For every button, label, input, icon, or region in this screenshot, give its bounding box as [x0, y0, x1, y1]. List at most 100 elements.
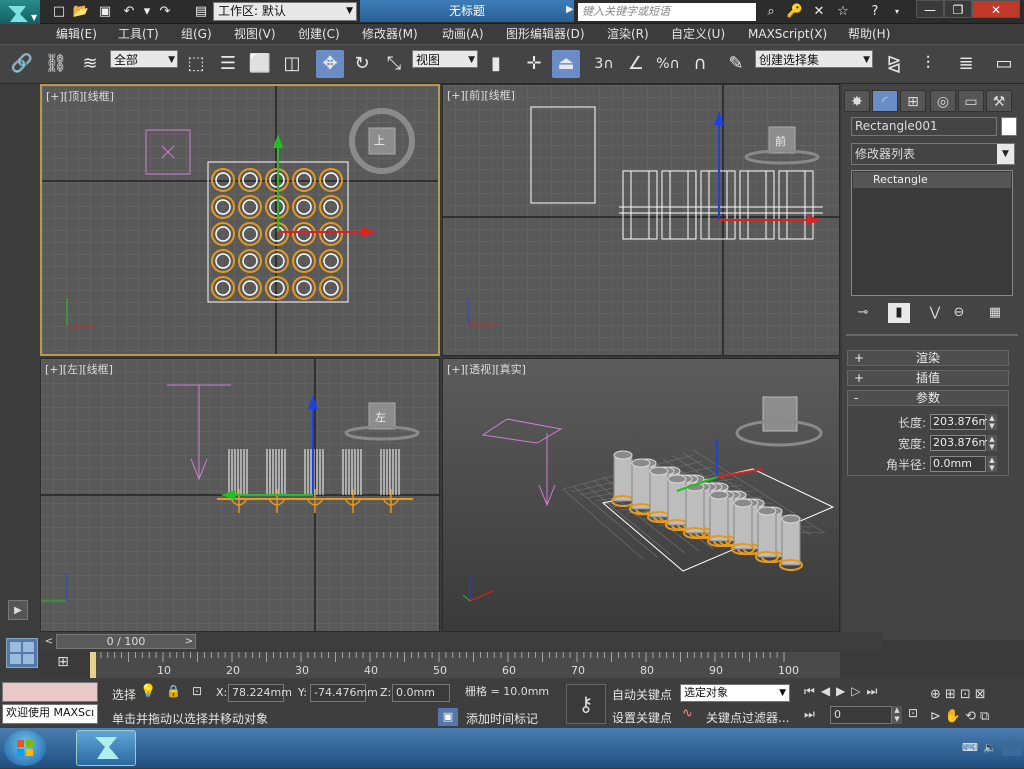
length-field[interactable]: 203.876m	[930, 414, 989, 430]
time-configuration-icon[interactable]: ⊡	[908, 706, 918, 720]
snaps-toggle-icon[interactable]: 3∩	[590, 50, 618, 78]
minimize-button[interactable]: —	[916, 0, 944, 18]
zoom-all-icon[interactable]: ⊞	[945, 687, 960, 702]
object-name-field[interactable]: Rectangle001	[851, 117, 997, 136]
keyboard-shortcut-override-icon[interactable]: ⏏	[552, 50, 580, 78]
viewcube-left-label[interactable]: 左	[375, 409, 386, 425]
viewport-top-label[interactable]: [+][顶][线框]	[46, 88, 114, 104]
help-dropdown-icon[interactable]: ▾	[888, 4, 906, 20]
make-unique-icon[interactable]: ⋁	[924, 303, 946, 323]
remove-modifier-icon[interactable]: ⊖	[948, 303, 970, 323]
subscription-icon[interactable]: 🔑	[786, 4, 804, 20]
workspace-dropdown[interactable]: 工作区: 默认 ▼	[213, 2, 357, 21]
menu-help[interactable]: 帮助(H)	[848, 26, 890, 42]
current-frame-field[interactable]: 0	[830, 706, 892, 724]
select-object-icon[interactable]: ⬚	[182, 50, 210, 78]
length-spinner[interactable]: ▲ ▼	[987, 414, 997, 430]
menu-rendering[interactable]: 渲染(R)	[607, 26, 649, 42]
menu-customize[interactable]: 自定义(U)	[671, 26, 725, 42]
communication-icon[interactable]: ✕	[810, 4, 828, 20]
go-to-end-icon[interactable]: ⏭	[867, 684, 884, 698]
stack-item-rectangle[interactable]: Rectangle	[853, 172, 1011, 188]
go-to-start-icon[interactable]: ⏮	[804, 684, 821, 698]
rollout-interpolation[interactable]: + 插值	[847, 370, 1009, 386]
open-file-icon[interactable]: 📂	[72, 4, 90, 20]
menu-group[interactable]: 组(G)	[181, 26, 212, 42]
spinner-snap-icon[interactable]: ∩	[686, 50, 714, 78]
zoom-icon[interactable]: ⊕	[930, 687, 945, 702]
expand-graphite-icon[interactable]: ▶	[8, 600, 28, 620]
maxscript-mini-listener-pink[interactable]	[2, 682, 98, 702]
search-expand-icon[interactable]: ▶	[566, 4, 574, 15]
new-file-icon[interactable]: □	[50, 4, 68, 20]
orbit-icon[interactable]: ⟲	[965, 709, 980, 724]
viewport-top[interactable]: [+][顶][线框] 上	[40, 84, 440, 356]
field-of-view-icon[interactable]: ⊳	[930, 709, 945, 724]
favorites-star-icon[interactable]: ☆	[834, 4, 852, 20]
modifier-list-arrow-icon[interactable]: ▼	[997, 144, 1014, 164]
viewport-left-label[interactable]: [+][左][线框]	[45, 361, 113, 377]
viewport-front[interactable]: [+][前][线框] 前	[442, 84, 840, 356]
isolate-selection-icon[interactable]: 💡	[140, 684, 156, 699]
mirror-icon[interactable]: ⧎	[880, 50, 908, 78]
menu-create[interactable]: 创建(C)	[298, 26, 340, 42]
time-slider[interactable]: 0 / 100	[56, 634, 196, 649]
key-filters-button[interactable]: 关键点过滤器...	[706, 709, 789, 726]
corner-radius-spinner[interactable]: ▲ ▼	[987, 456, 997, 472]
bind-space-warp-icon[interactable]: ≋	[76, 50, 104, 78]
current-frame-spinner[interactable]: ▲ ▼	[892, 706, 902, 724]
link-icon[interactable]: 🔗	[8, 50, 36, 78]
add-time-tag-button[interactable]: 添加时间标记	[466, 710, 538, 727]
menu-graph-editors[interactable]: 图形编辑器(D)	[506, 26, 585, 42]
modifier-stack[interactable]	[851, 170, 1013, 296]
percent-snap-icon[interactable]: %∩	[654, 50, 682, 78]
viewport-layout-icon[interactable]	[6, 638, 38, 668]
pivot-center-icon[interactable]: ▮	[482, 50, 510, 78]
selection-lock-icon[interactable]: 🔒	[166, 684, 181, 698]
select-manipulate-icon[interactable]: ✛	[520, 50, 548, 78]
width-field[interactable]: 203.876m	[930, 435, 989, 451]
modify-tab-icon[interactable]: ◜	[872, 90, 898, 112]
maximize-button[interactable]: ❐	[944, 0, 972, 18]
time-prev-icon[interactable]: <	[42, 634, 56, 649]
menu-animation[interactable]: 动画(A)	[442, 26, 484, 42]
reference-coord-dropdown[interactable]: 视图	[412, 50, 478, 69]
close-button[interactable]: ✕	[972, 0, 1020, 18]
volume-tray-icon[interactable]: 🔈	[982, 741, 998, 755]
select-and-rotate-icon[interactable]: ↻	[348, 50, 376, 78]
select-by-name-icon[interactable]: ☰	[214, 50, 242, 78]
help-icon[interactable]: ?	[866, 4, 884, 20]
viewport-perspective[interactable]: [+][透视][真实]	[442, 358, 840, 632]
key-mode-toggle-icon[interactable]: ⏭	[804, 707, 815, 722]
window-crossing-icon[interactable]: ◫	[278, 50, 306, 78]
create-tab-icon[interactable]: ✸	[844, 90, 870, 112]
set-key-button[interactable]: 设置关键点	[612, 709, 672, 726]
select-and-move-icon[interactable]: ✥	[316, 50, 344, 78]
auto-key-button[interactable]: 自动关键点	[612, 686, 672, 703]
viewport-left[interactable]: [+][左][线框] 左	[40, 358, 440, 632]
zoom-extents-icon[interactable]: ⊡	[960, 687, 975, 702]
corner-radius-field[interactable]: 0.0mm	[930, 456, 986, 472]
layer-manager-icon[interactable]: ≣	[952, 50, 980, 78]
time-tag-icon[interactable]: ▣	[438, 708, 458, 726]
maximize-viewport-icon[interactable]: ⧉	[980, 709, 993, 724]
toggle-ribbon-icon[interactable]: ▭	[990, 50, 1018, 78]
motion-tab-icon[interactable]: ◎	[930, 90, 956, 112]
z-coord-field[interactable]: 0.0mm	[392, 684, 450, 702]
keyboard-tray-icon[interactable]: ⌨	[962, 741, 978, 755]
save-file-icon[interactable]: ▣	[96, 4, 114, 20]
menu-views[interactable]: 视图(V)	[234, 26, 276, 42]
viewcube-top-label[interactable]: 上	[374, 132, 385, 148]
binoculars-icon[interactable]: ⌕	[762, 4, 780, 20]
redo-icon[interactable]: ↷	[156, 4, 174, 20]
angle-snap-icon[interactable]: ∠	[622, 50, 650, 78]
named-selection-set-dropdown[interactable]: 创建选择集	[755, 50, 873, 69]
object-color-swatch[interactable]	[1001, 117, 1017, 136]
viewcube-front-label[interactable]: 前	[775, 133, 786, 149]
time-next-icon[interactable]: >	[182, 634, 196, 649]
absolute-mode-icon[interactable]: ⊡	[192, 684, 202, 698]
rollout-rendering[interactable]: + 渲染	[847, 350, 1009, 366]
configure-modifier-sets-icon[interactable]: ▦	[984, 303, 1006, 323]
play-icon[interactable]: ▶	[836, 684, 851, 698]
x-coord-field[interactable]: 78.224mm	[228, 684, 292, 702]
